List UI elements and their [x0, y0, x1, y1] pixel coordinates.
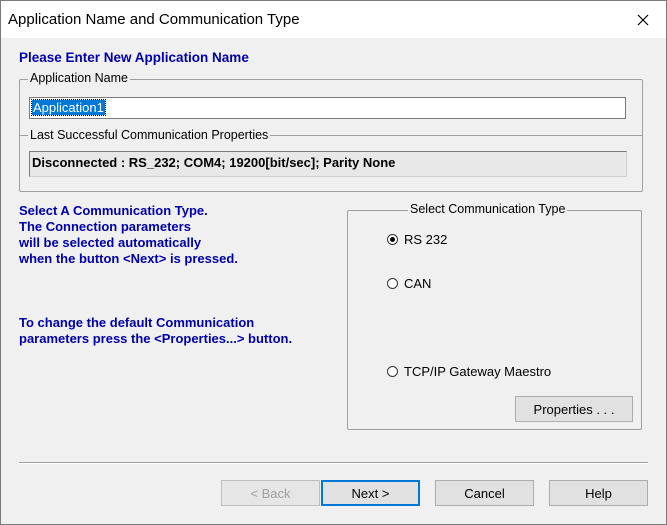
info-line: Select A Communication Type.: [19, 203, 208, 218]
radio-rs232-indicator[interactable]: [387, 234, 398, 245]
last-comm-status: Disconnected : RS_232; COM4; 19200[bit/s…: [29, 151, 627, 177]
close-button[interactable]: [620, 1, 666, 38]
info-line: The Connection parameters: [19, 219, 191, 234]
info-line: when the button <Next> is pressed.: [19, 251, 238, 266]
radio-tcpip[interactable]: TCP/IP Gateway Maestro: [387, 364, 551, 379]
application-name-legend: Application Name: [28, 71, 130, 85]
dialog-window: Application Name and Communication Type …: [0, 0, 667, 525]
title-bar[interactable]: Application Name and Communication Type: [1, 1, 666, 38]
back-button[interactable]: < Back: [221, 480, 320, 506]
radio-tcpip-indicator[interactable]: [387, 366, 398, 377]
radio-can-label: CAN: [404, 276, 432, 291]
comm-type-legend: Select Communication Type: [408, 202, 568, 216]
cancel-button[interactable]: Cancel: [435, 480, 534, 506]
info-text-block-2: To change the default Communication para…: [19, 315, 292, 347]
radio-tcpip-label: TCP/IP Gateway Maestro: [404, 364, 552, 379]
page-heading: Please Enter New Application Name: [19, 50, 249, 65]
application-name-input[interactable]: Application1: [29, 97, 626, 119]
close-icon: [637, 14, 649, 25]
application-name-value: Application1: [31, 99, 106, 116]
info-line: parameters press the <Properties...> but…: [19, 331, 293, 346]
help-button[interactable]: Help: [549, 480, 648, 506]
last-comm-legend: Last Successful Communication Properties: [28, 128, 271, 142]
properties-button[interactable]: Properties . . .: [515, 396, 633, 422]
window-title: Application Name and Communication Type: [8, 11, 300, 28]
info-line: To change the default Communication: [19, 315, 255, 330]
next-button[interactable]: Next >: [321, 480, 420, 506]
radio-rs232-label: RS 232: [404, 232, 448, 247]
info-text-block-1: Select A Communication Type. The Connect…: [19, 203, 238, 267]
radio-can-indicator[interactable]: [387, 278, 398, 289]
radio-can[interactable]: CAN: [387, 276, 431, 291]
info-line: will be selected automatically: [19, 235, 202, 250]
radio-rs232[interactable]: RS 232: [387, 232, 447, 247]
bottom-separator: [19, 462, 648, 464]
